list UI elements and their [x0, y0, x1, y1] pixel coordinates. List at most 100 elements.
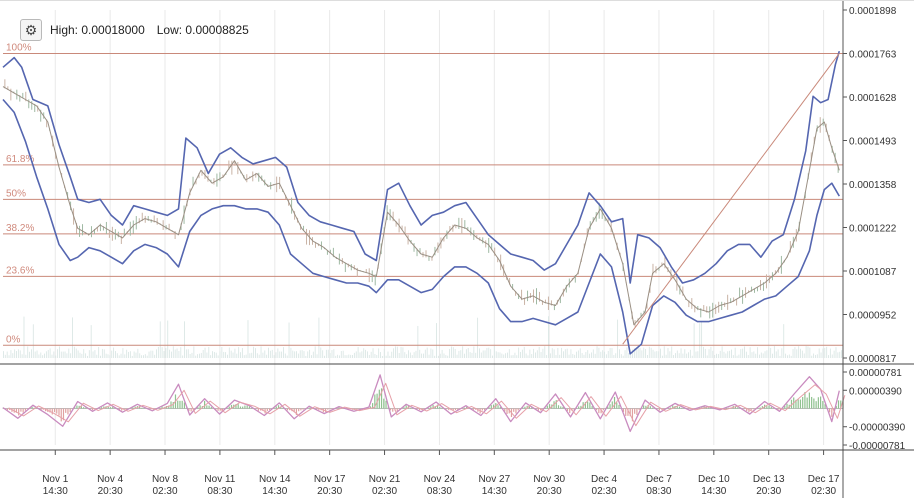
volume-bar: [437, 355, 439, 358]
x-tick-label-time: 14:30: [482, 486, 507, 497]
volume-bar: [568, 354, 570, 358]
volume-bar: [615, 353, 617, 358]
volume-bar: [378, 348, 380, 358]
volume-bar: [714, 354, 716, 358]
volume-bar: [241, 347, 243, 358]
price-chart[interactable]: 100%61.8%50%38.2%23.6%0% 0.00018980.0001…: [0, 0, 914, 498]
volume-bar: [191, 352, 193, 358]
volume-bar: [47, 349, 49, 358]
volume-bar: [68, 348, 70, 358]
volume-bar: [521, 349, 523, 358]
gear-icon[interactable]: ⚙: [20, 19, 42, 41]
x-tick-label-date: Nov 27: [478, 474, 510, 485]
volume-bar: [271, 349, 273, 358]
volume-bar: [266, 354, 268, 358]
volume-bar: [447, 355, 449, 358]
x-tick-label-time: 08:30: [427, 486, 452, 497]
x-tick-label-date: Dec 4: [591, 474, 618, 485]
volume-bar: [269, 350, 271, 358]
volume-bar: [527, 355, 529, 358]
volume-bar: [781, 348, 783, 358]
volume-bar: [536, 350, 538, 358]
volume-bar: [200, 352, 202, 358]
volume-bar: [665, 354, 667, 358]
volume-bar: [652, 349, 654, 358]
volume-bar: [693, 323, 695, 358]
volume-bar: [572, 353, 574, 358]
volume-bar: [169, 349, 171, 358]
volume-bar: [570, 349, 572, 358]
volume-bar: [563, 351, 564, 358]
y-tick-label: 0.0001763: [849, 50, 897, 61]
volume-bar: [747, 354, 749, 358]
volume-bar: [426, 347, 428, 358]
volume-bar: [818, 348, 820, 358]
volume-bar: [675, 353, 676, 358]
volume-bar: [81, 353, 83, 358]
volume-bar: [803, 353, 805, 358]
volume-bar: [286, 355, 288, 358]
volume-bar: [361, 351, 363, 358]
volume-bar: [152, 350, 154, 358]
volume-bar: [307, 351, 309, 358]
volume-bar: [645, 348, 647, 358]
x-tick-label-date: Nov 14: [259, 474, 291, 485]
volume-bar: [396, 346, 398, 358]
volume-bar: [647, 355, 648, 358]
volume-bar: [688, 352, 689, 358]
volume-bar: [359, 352, 361, 358]
volume-bar: [630, 354, 632, 358]
volume-bar: [458, 350, 460, 358]
volume-bar: [135, 352, 137, 358]
volume-bar: [779, 355, 781, 358]
volume-bar: [507, 352, 508, 358]
volume-bar: [785, 353, 787, 358]
volume-bar: [684, 349, 686, 358]
volume-bar: [434, 355, 436, 358]
volume-bar: [503, 354, 505, 358]
volume-bar: [777, 349, 779, 358]
volume-bar: [555, 355, 557, 358]
chart-header: ⚙ High: 0.00018000 Low: 0.00008825: [20, 18, 261, 42]
volume-bar: [736, 355, 738, 358]
volume-bar: [505, 353, 507, 358]
volume-bar: [742, 348, 744, 358]
volume-bar: [247, 320, 249, 358]
volume-bar: [682, 353, 684, 358]
volume-bar: [671, 346, 673, 358]
volume-bar: [184, 321, 185, 358]
volume-bar: [619, 349, 620, 358]
volume-bar: [19, 350, 21, 358]
x-tick-label-time: 20:30: [756, 486, 781, 497]
volume-bar: [73, 346, 75, 358]
volume-bar: [452, 347, 454, 358]
volume-bar: [262, 352, 264, 358]
volume-bar: [708, 349, 710, 358]
volume-bar: [210, 355, 212, 358]
volume-bar: [370, 351, 372, 358]
volume-bar: [557, 348, 559, 358]
volume-bar: [45, 351, 47, 358]
volume-bar: [404, 352, 406, 358]
volume-bar: [759, 354, 760, 358]
volume-bar: [208, 347, 210, 358]
volume-bar: [419, 349, 421, 358]
volume-bar: [339, 355, 340, 358]
volume-bar: [456, 354, 458, 358]
volume-bar: [549, 353, 551, 358]
volume-bar: [157, 346, 159, 358]
volume-bar: [605, 354, 607, 358]
volume-bar: [268, 347, 269, 358]
volume-bar: [787, 355, 788, 358]
volume-bar: [301, 350, 303, 358]
volume-bar: [585, 352, 587, 358]
volume-bar: [292, 350, 294, 358]
volume-bar: [529, 349, 531, 358]
volume-bar: [100, 355, 101, 358]
volume-bar: [436, 323, 437, 358]
volume-bar: [296, 351, 297, 358]
volume-bar: [833, 350, 835, 358]
volume-bar: [428, 354, 430, 358]
volume-bar: [656, 351, 658, 358]
volume-bar: [751, 352, 753, 358]
